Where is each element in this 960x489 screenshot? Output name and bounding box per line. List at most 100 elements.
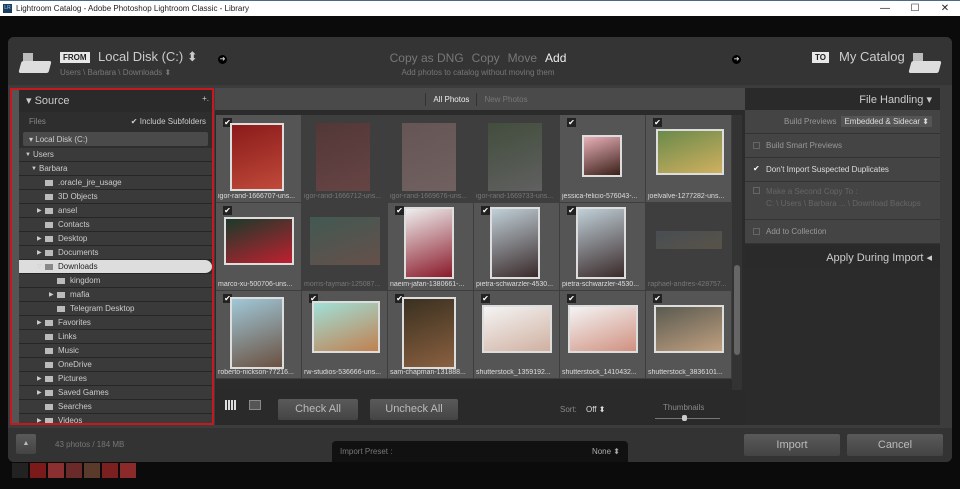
- photo-thumbnail[interactable]: [654, 305, 724, 353]
- folder-onedrive[interactable]: OneDrive: [19, 358, 212, 372]
- add-source-button[interactable]: +.: [202, 94, 209, 103]
- uncheck-all-button[interactable]: Uncheck All: [370, 399, 458, 420]
- photo-cell[interactable]: morris-fayman-125087...: [302, 203, 388, 291]
- photo-thumbnail[interactable]: [230, 123, 284, 191]
- cancel-button[interactable]: Cancel: [847, 434, 943, 456]
- import-preset-select[interactable]: None ⬍: [592, 447, 620, 456]
- no-duplicates-option[interactable]: ✔ Don't Import Suspected Duplicates: [745, 158, 940, 182]
- photo-checkbox[interactable]: ✔: [395, 206, 404, 215]
- photo-thumbnail[interactable]: [402, 123, 456, 191]
- photo-cell[interactable]: ✔ shutterstock_3836101...: [646, 291, 732, 379]
- maximize-button[interactable]: ☐: [900, 1, 930, 16]
- close-button[interactable]: ✕: [930, 1, 960, 16]
- photo-thumbnail[interactable]: [656, 231, 722, 249]
- folder-links[interactable]: Links: [19, 330, 212, 344]
- expand-toggle-icon[interactable]: ▽: [37, 263, 45, 270]
- folder-users[interactable]: ▼ Users: [19, 148, 212, 162]
- photo-cell[interactable]: ✔ pietra-schwarzler-4530...: [560, 203, 646, 291]
- folder-downloads[interactable]: ▽ Downloads: [19, 260, 212, 274]
- smart-previews-option[interactable]: Build Smart Previews: [745, 134, 940, 158]
- folder-mafia[interactable]: ▶ mafia: [19, 288, 212, 302]
- photo-thumbnail[interactable]: [312, 301, 380, 353]
- expand-toggle-icon[interactable]: ▶: [37, 235, 45, 242]
- filmstrip-thumbnail[interactable]: [48, 463, 64, 478]
- photo-cell[interactable]: igor-rand-1666712-uns...: [302, 115, 388, 203]
- build-previews-select[interactable]: Embedded & Sidecar ⬍: [841, 116, 932, 127]
- source-panel-scrollbar[interactable]: [12, 90, 19, 423]
- source-selector[interactable]: Local Disk (C:) ⬍: [98, 49, 198, 65]
- expand-toggle-icon[interactable]: ▶: [37, 375, 45, 382]
- expand-toggle-icon[interactable]: ▼: [25, 152, 33, 158]
- filmstrip-thumbnail[interactable]: [120, 463, 136, 478]
- expand-toggle-icon[interactable]: ▶: [37, 319, 45, 326]
- loupe-view-icon[interactable]: [249, 400, 261, 410]
- expand-toggle-icon[interactable]: ▶: [37, 389, 45, 396]
- photo-cell[interactable]: ✔ shutterstock_1410432...: [560, 291, 646, 379]
- thumbnail-size-slider[interactable]: [655, 415, 720, 421]
- folder-videos[interactable]: ▶ Videos: [19, 414, 212, 423]
- expand-toggle-icon[interactable]: ▶: [37, 207, 45, 214]
- smart-previews-checkbox[interactable]: [753, 142, 760, 149]
- photo-checkbox[interactable]: ✔: [481, 294, 490, 303]
- grid-view-icon[interactable]: [225, 400, 237, 410]
- filmstrip-thumbnail[interactable]: [12, 463, 28, 478]
- slider-knob[interactable]: [682, 415, 688, 421]
- photo-cell[interactable]: ✔ marco-xu-500706-uns...: [216, 203, 302, 291]
- photo-checkbox[interactable]: ✔: [567, 206, 576, 215]
- folder-documents[interactable]: ▶ Documents: [19, 246, 212, 260]
- photo-thumbnail[interactable]: [316, 123, 370, 191]
- folder-searches[interactable]: Searches: [19, 400, 212, 414]
- source-panel-header[interactable]: ▾ Source +.: [19, 90, 212, 112]
- mode-add[interactable]: Add: [545, 51, 566, 65]
- expand-toggle-icon[interactable]: ▶: [49, 291, 57, 298]
- expand-toggle-icon[interactable]: ▼: [31, 166, 39, 172]
- mode-copy-as-dng[interactable]: Copy as DNG: [390, 51, 464, 65]
- expand-toggle-icon[interactable]: ▶: [37, 249, 45, 256]
- folder-telegram-desktop[interactable]: Telegram Desktop: [19, 302, 212, 316]
- folder-kingdom[interactable]: kingdom: [19, 274, 212, 288]
- tab-all-photos[interactable]: All Photos: [425, 92, 476, 106]
- photo-checkbox[interactable]: ✔: [567, 294, 576, 303]
- file-handling-header[interactable]: File Handling ▾: [745, 88, 940, 110]
- collapse-button[interactable]: ▲: [16, 434, 36, 454]
- apply-during-import-header[interactable]: Apply During Import ◂: [745, 246, 940, 268]
- photo-cell[interactable]: ✔ igor-rand-1666707-uns...: [216, 115, 302, 203]
- folder-ansel[interactable]: ▶ ansel: [19, 204, 212, 218]
- photo-thumbnail[interactable]: [576, 207, 626, 279]
- photo-thumbnail[interactable]: [582, 135, 622, 177]
- filmstrip-thumbnail[interactable]: [30, 463, 46, 478]
- mode-copy[interactable]: Copy: [472, 51, 500, 65]
- photo-cell[interactable]: ✔ roberto-nickson-77216...: [216, 291, 302, 379]
- photo-thumbnail[interactable]: [490, 207, 540, 279]
- folder-music[interactable]: Music: [19, 344, 212, 358]
- check-all-button[interactable]: Check All: [278, 399, 358, 420]
- photo-cell[interactable]: raphael-andres-428757...: [646, 203, 732, 291]
- folder-pictures[interactable]: ▶ Pictures: [19, 372, 212, 386]
- photo-checkbox[interactable]: ✔: [223, 206, 232, 215]
- photo-checkbox[interactable]: ✔: [653, 294, 662, 303]
- mode-move[interactable]: Move: [508, 51, 537, 65]
- photo-checkbox[interactable]: ✔: [653, 118, 662, 127]
- second-copy-checkbox[interactable]: [753, 187, 760, 194]
- photo-cell[interactable]: ✔ pietra-schwarzler-4530...: [474, 203, 560, 291]
- folder-desktop[interactable]: ▶ Desktop: [19, 232, 212, 246]
- photo-cell[interactable]: ✔ sam-chapman-131888...: [388, 291, 474, 379]
- folder-barbara[interactable]: ▼ Barbara: [19, 162, 212, 176]
- folder-saved-games[interactable]: ▶ Saved Games: [19, 386, 212, 400]
- photo-thumbnail[interactable]: [402, 297, 456, 369]
- source-path[interactable]: Users \ Barbara \ Downloads ⬍: [60, 68, 171, 77]
- photo-thumbnail[interactable]: [482, 305, 552, 353]
- local-disk-header[interactable]: ▾ Local Disk (C:): [23, 132, 208, 146]
- photo-cell[interactable]: igor-rand-1669733-uns...: [474, 115, 560, 203]
- photo-cell[interactable]: ✔ rw-studios-536666-uns...: [302, 291, 388, 379]
- photo-thumbnail[interactable]: [488, 123, 542, 191]
- second-copy-option[interactable]: Make a Second Copy To : C: \ Users \ Bar…: [745, 182, 940, 220]
- folder-favorites[interactable]: ▶ Favorites: [19, 316, 212, 330]
- photo-cell[interactable]: ✔ naeim-jafari-1380661-...: [388, 203, 474, 291]
- filmstrip-thumbnail[interactable]: [102, 463, 118, 478]
- add-to-collection-option[interactable]: Add to Collection: [745, 220, 940, 244]
- scrollbar-thumb[interactable]: [734, 265, 740, 355]
- add-collection-checkbox[interactable]: [753, 228, 760, 235]
- photo-thumbnail[interactable]: [404, 207, 454, 279]
- checkmark-icon[interactable]: ✔: [753, 165, 760, 173]
